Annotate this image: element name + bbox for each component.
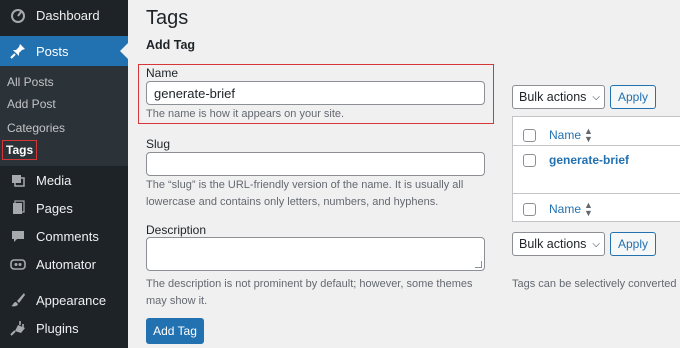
submenu-all-posts[interactable]: All Posts (7, 75, 54, 89)
chevron-down-icon: ⌵ (592, 91, 600, 103)
active-indicator (120, 43, 128, 59)
submenu-add-post[interactable]: Add Post (7, 97, 56, 111)
sort-icon[interactable]: ▲ ▼ (584, 127, 593, 144)
tags-table: Name ▲ ▼ generate-brief Name ▲ ▼ (512, 116, 680, 222)
description-help-text: The description is not prominent by defa… (146, 278, 473, 307)
chevron-down-icon: ⌵ (592, 238, 600, 250)
plugin-icon (0, 318, 36, 338)
apply-button-bottom[interactable]: Apply (610, 232, 656, 256)
bulk-actions-select-top[interactable]: Bulk actions ⌵ (512, 85, 605, 109)
menu-item-dashboard[interactable]: Dashboard (0, 0, 128, 30)
description-textarea[interactable] (146, 237, 485, 271)
footer-divider (513, 193, 680, 194)
pages-icon (0, 198, 36, 218)
comment-icon (0, 226, 36, 246)
main-content: Tags Add Tag Name The name is how it app… (128, 0, 680, 348)
slug-label: Slug (146, 137, 171, 151)
column-header-name[interactable]: Name (549, 128, 581, 142)
menu-label: Automator (36, 256, 96, 272)
submenu-categories[interactable]: Categories (7, 121, 65, 135)
menu-item-appearance[interactable]: Appearance (0, 285, 128, 315)
menu-label: Pages (36, 200, 73, 216)
menu-item-pages[interactable]: Pages (0, 193, 128, 223)
table-footer-row: Name ▲ ▼ (513, 197, 680, 221)
menu-label: Posts (36, 43, 69, 59)
resize-handle-icon[interactable] (475, 261, 482, 268)
media-icon (0, 170, 36, 190)
add-tag-button[interactable]: Add Tag (146, 318, 204, 344)
name-label: Name (146, 66, 179, 80)
submenu-tags[interactable]: Tags (2, 140, 38, 160)
bulk-actions-label: Bulk actions (519, 237, 587, 251)
apply-button-top[interactable]: Apply (610, 85, 656, 109)
tags-conversion-note: Tags can be selectively converted (512, 278, 677, 290)
page-title: Tags (146, 7, 189, 29)
automator-icon (0, 254, 36, 274)
menu-label: Appearance (36, 292, 107, 308)
sort-icon[interactable]: ▲ ▼ (584, 201, 593, 218)
table-row: generate-brief (513, 150, 680, 170)
bulk-actions-label: Bulk actions (519, 90, 587, 104)
select-all-checkbox[interactable] (523, 128, 536, 142)
menu-label: Media (36, 172, 72, 188)
column-footer-name[interactable]: Name (549, 202, 581, 216)
bulk-actions-select-bottom[interactable]: Bulk actions ⌵ (512, 232, 605, 256)
slug-help-text: The “slug” is the URL-friendly version o… (146, 179, 464, 208)
brush-icon (0, 290, 36, 310)
menu-label: Dashboard (36, 7, 100, 23)
table-header-row: Name ▲ ▼ (513, 123, 680, 147)
row-title-link[interactable]: generate-brief (549, 153, 629, 167)
pin-icon (0, 41, 36, 61)
menu-item-posts[interactable]: Posts (0, 36, 128, 66)
row-checkbox[interactable] (523, 153, 536, 167)
menu-label: Comments (36, 228, 99, 244)
menu-item-comments[interactable]: Comments (0, 221, 128, 251)
select-all-checkbox-footer[interactable] (523, 202, 536, 216)
menu-label: Plugins (36, 320, 79, 336)
slug-input[interactable] (146, 152, 485, 176)
name-help-text: The name is how it appears on your site. (146, 108, 345, 120)
add-tag-heading: Add Tag (146, 38, 196, 52)
admin-sidebar: Dashboard Posts All Posts Add Post Categ… (0, 0, 128, 348)
header-divider (513, 145, 680, 146)
name-input[interactable] (146, 81, 485, 105)
posts-submenu: All Posts Add Post Categories Tags (0, 66, 128, 166)
description-label: Description (146, 223, 207, 237)
menu-item-plugins[interactable]: Plugins (0, 313, 128, 343)
menu-item-media[interactable]: Media (0, 165, 128, 195)
dashboard-icon (0, 5, 36, 25)
menu-item-automator[interactable]: Automator (0, 249, 128, 279)
